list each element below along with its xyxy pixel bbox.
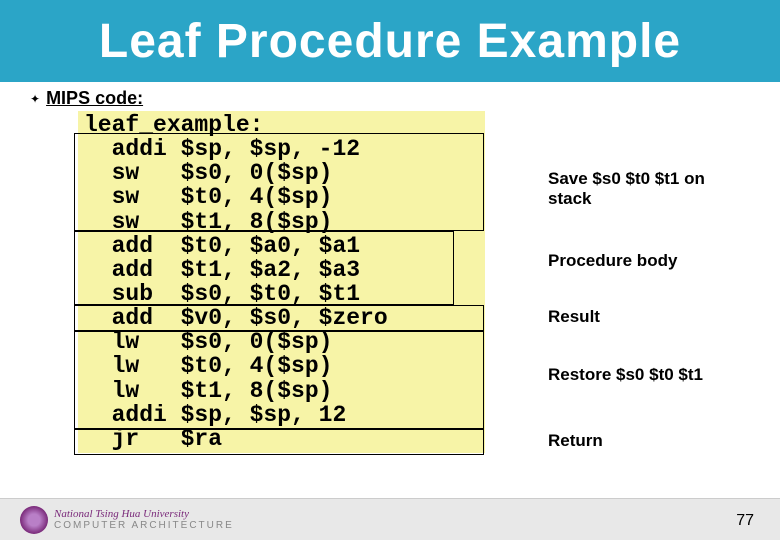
- box-save: [74, 133, 484, 231]
- slide-title: Leaf Procedure Example: [99, 14, 681, 69]
- footer-department: COMPUTER ARCHITECTURE: [54, 520, 234, 531]
- annot-restore: Restore $s0 $t0 $t1: [548, 365, 703, 385]
- annot-return: Return: [548, 431, 603, 451]
- box-result: [74, 305, 484, 331]
- footer-branding: National Tsing Hua University COMPUTER A…: [20, 506, 234, 534]
- box-return: [74, 429, 484, 455]
- box-restore: [74, 331, 484, 429]
- university-logo-icon: [20, 506, 48, 534]
- footer-university: National Tsing Hua University: [54, 508, 234, 520]
- bullet-icon: ✦: [30, 92, 40, 106]
- slide-content: ✦ MIPS code: leaf_example: addi $sp, $sp…: [0, 82, 780, 453]
- code-area: leaf_example: addi $sp, $sp, -12 sw $s0,…: [78, 111, 750, 453]
- annot-body: Procedure body: [548, 251, 677, 271]
- annot-save: Save $s0 $t0 $t1 on stack: [548, 169, 750, 209]
- title-bar: Leaf Procedure Example: [0, 0, 780, 82]
- section-label: MIPS code:: [46, 88, 143, 109]
- footer-bar: National Tsing Hua University COMPUTER A…: [0, 498, 780, 540]
- page-number: 77: [736, 512, 754, 530]
- box-body: [74, 231, 454, 305]
- section-header: ✦ MIPS code:: [30, 88, 750, 109]
- annot-result: Result: [548, 307, 600, 327]
